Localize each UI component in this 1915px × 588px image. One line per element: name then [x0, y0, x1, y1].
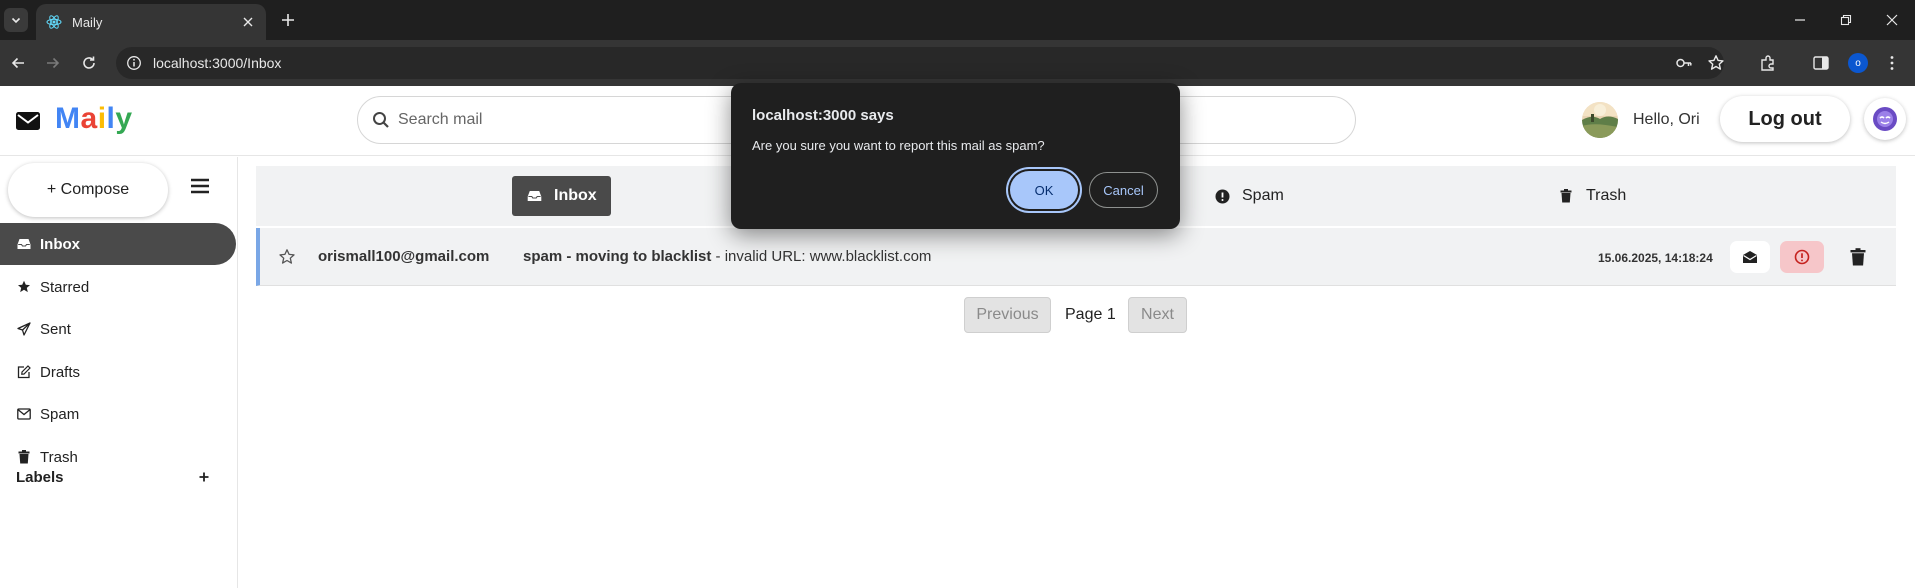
exclamation-circle-icon — [1214, 188, 1230, 204]
close-tab-icon[interactable] — [240, 14, 256, 30]
user-avatar[interactable] — [1582, 102, 1618, 138]
sidebar: + Compose Inbox Starred Sent Drafts Spam… — [0, 157, 238, 588]
search-icon — [373, 112, 389, 128]
close-icon — [1886, 14, 1898, 26]
url-text: localhost:3000/Inbox — [153, 55, 282, 71]
pagination: Previous Page 1 Next — [0, 297, 1915, 333]
tab-label: Spam — [1242, 187, 1284, 204]
theme-toggle-button[interactable] — [1864, 98, 1906, 140]
sidebar-item-label: Drafts — [40, 363, 81, 381]
reload-icon — [83, 56, 95, 69]
page-indicator: Page 1 — [1065, 306, 1116, 323]
browser-tab-title: Maily — [72, 14, 103, 30]
envelope-open-icon — [1743, 251, 1757, 263]
trash-icon — [16, 449, 32, 465]
sidebar-item-drafts[interactable]: Drafts — [0, 351, 236, 393]
report-spam-button[interactable] — [1780, 241, 1824, 273]
restore-window-button[interactable] — [1823, 0, 1869, 40]
extensions-icon[interactable] — [1758, 53, 1778, 73]
moon-mascot-icon — [1873, 107, 1897, 131]
tab-trash[interactable]: Trash — [1544, 176, 1640, 216]
inbox-icon — [16, 236, 32, 252]
dialog-title: localhost:3000 says — [752, 107, 894, 124]
menu-toggle-button[interactable] — [190, 177, 214, 199]
tab-label: Trash — [1586, 187, 1627, 204]
previous-page-button[interactable]: Previous — [964, 297, 1051, 333]
sidebar-item-label: Trash — [40, 448, 78, 466]
cancel-button[interactable]: Cancel — [1089, 172, 1158, 208]
reload-button[interactable] — [77, 51, 101, 75]
confirm-dialog: localhost:3000 says Are you sure you wan… — [731, 83, 1180, 229]
forward-button[interactable] — [41, 51, 65, 75]
chevron-down-icon — [11, 17, 21, 24]
add-label-button[interactable] — [196, 469, 212, 485]
minimize-icon — [1795, 19, 1805, 21]
next-page-button[interactable]: Next — [1128, 297, 1187, 333]
close-window-button[interactable] — [1869, 0, 1915, 40]
envelope-logo-icon — [16, 112, 40, 130]
back-button[interactable] — [6, 51, 30, 75]
plus-icon — [199, 472, 209, 482]
logo-letter: i — [97, 102, 107, 135]
logo-letter: a — [80, 102, 98, 135]
sidebar-item-label: Inbox — [40, 235, 80, 253]
browser-toolbar: localhost:3000/Inbox o — [0, 40, 1915, 86]
bookmark-star-icon[interactable] — [1706, 53, 1726, 73]
star-icon — [16, 279, 32, 295]
edit-icon — [16, 364, 32, 380]
app-logo[interactable]: Maily — [55, 102, 133, 136]
delete-mail-button[interactable] — [1838, 241, 1878, 273]
envelope-icon — [16, 406, 32, 422]
logo-letter: y — [115, 102, 133, 135]
mail-subject-line: spam - moving to blacklist - invalid URL… — [523, 248, 931, 265]
react-favicon-icon — [46, 15, 62, 29]
trash-icon — [1558, 188, 1574, 204]
star-toggle-icon[interactable] — [278, 248, 296, 266]
hamburger-icon — [191, 178, 209, 194]
mark-unread-button[interactable] — [1730, 241, 1770, 273]
restore-icon — [1840, 14, 1852, 26]
tab-label: Inbox — [554, 187, 597, 204]
arrow-left-icon — [11, 57, 24, 69]
minimize-window-button[interactable] — [1777, 0, 1823, 40]
mail-list-row[interactable]: orismall100@gmail.com spam - moving to b… — [256, 228, 1896, 286]
user-greeting: Hello, Ori — [1633, 111, 1700, 128]
address-bar[interactable]: localhost:3000/Inbox — [116, 47, 1724, 79]
exclamation-circle-icon — [1794, 249, 1810, 265]
inbox-icon — [526, 188, 542, 204]
plus-icon — [282, 14, 294, 26]
sidebar-item-label: Spam — [40, 405, 80, 423]
mail-snippet: - invalid URL: www.blacklist.com — [711, 248, 932, 265]
tab-spam[interactable]: Spam — [1200, 176, 1298, 216]
logout-button[interactable]: Log out — [1720, 96, 1850, 142]
side-panel-icon[interactable] — [1811, 53, 1831, 73]
mail-date: 15.06.2025, 14:18:24 — [1598, 251, 1713, 265]
arrow-right-icon — [47, 57, 60, 69]
browser-tab[interactable]: Maily — [36, 4, 266, 40]
sidebar-item-label: Starred — [40, 278, 90, 296]
mail-sender: orismall100@gmail.com — [318, 248, 490, 265]
site-info-icon[interactable] — [124, 53, 144, 73]
sidebar-item-inbox[interactable]: Inbox — [0, 223, 236, 265]
browser-tab-strip: Maily — [0, 0, 1915, 40]
labels-heading: Labels — [16, 469, 64, 486]
compose-button[interactable]: + Compose — [8, 163, 168, 217]
sidebar-item-spam[interactable]: Spam — [0, 393, 236, 435]
logo-letter: M — [55, 102, 81, 135]
tab-inbox[interactable]: Inbox — [512, 176, 611, 216]
browser-profile-avatar[interactable]: o — [1848, 53, 1868, 73]
dialog-message: Are you sure you want to report this mai… — [752, 138, 1045, 153]
kebab-menu-icon[interactable] — [1882, 53, 1902, 73]
password-key-icon[interactable] — [1674, 53, 1694, 73]
trash-icon — [1850, 248, 1866, 266]
mail-subject: spam - moving to blacklist — [523, 248, 712, 265]
new-tab-button[interactable] — [278, 10, 298, 30]
ok-button[interactable]: OK — [1010, 171, 1078, 209]
tab-search-button[interactable] — [4, 8, 28, 32]
